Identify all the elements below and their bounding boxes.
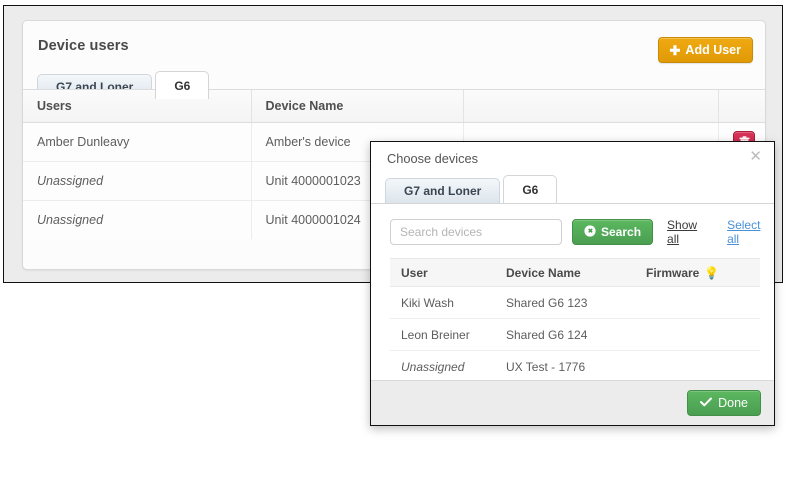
cell-device-name: UX Test - 1776 (495, 351, 635, 383)
cell-user: Unassigned (23, 161, 251, 200)
column-header-user: User (390, 259, 495, 287)
cell-firmware (635, 351, 760, 383)
tab-label: G6 (174, 79, 190, 93)
cell-firmware (635, 287, 760, 319)
show-all-link[interactable]: Show all (667, 218, 697, 246)
table-header-row: Users Device Name (23, 90, 765, 122)
column-header-spacer (463, 90, 718, 122)
modal-tabstrip: G7 and Loner G6 (385, 175, 557, 203)
modal-tab-g7-and-loner[interactable]: G7 and Loner (385, 178, 500, 203)
add-user-button-label: Add User (685, 43, 741, 57)
tab-g6[interactable]: G6 (155, 71, 209, 99)
tab-label: G7 and Loner (404, 184, 481, 198)
close-icon[interactable]: ✕ (749, 149, 762, 164)
add-user-button[interactable]: ✚ Add User (658, 37, 753, 63)
modal-body: Search Show all Select all User Device N… (371, 203, 774, 380)
list-item[interactable]: Leon Breiner Shared G6 124 (390, 319, 760, 351)
modal-footer: Done (371, 380, 774, 425)
check-icon (700, 396, 712, 410)
search-input[interactable] (390, 219, 562, 245)
cell-user: Unassigned (390, 351, 495, 383)
lightbulb-icon[interactable]: 💡 (704, 266, 719, 280)
done-button-label: Done (718, 396, 748, 410)
search-row: Search Show all Select all (390, 218, 760, 246)
cell-user: Leon Breiner (390, 319, 495, 351)
cell-user: Kiki Wash (390, 287, 495, 319)
search-button-label: Search (601, 225, 641, 239)
column-header-device-name: Device Name (495, 259, 635, 287)
screen: Device users ✚ Add User G7 and Loner G6 (0, 0, 798, 500)
table-header-row: User Device Name Firmware 💡 (390, 259, 760, 287)
modal-header: Choose devices ✕ (371, 142, 774, 175)
tab-label: G6 (522, 183, 538, 197)
column-header-firmware-label: Firmware (646, 266, 699, 280)
search-circle-icon (584, 225, 596, 240)
choose-devices-table: User Device Name Firmware 💡 Kiki Wash Sha… (390, 258, 760, 383)
cell-user: Amber Dunleavy (23, 122, 251, 161)
search-button[interactable]: Search (572, 219, 653, 245)
select-all-link[interactable]: Select all (727, 218, 760, 246)
choose-devices-modal: Choose devices ✕ G7 and Loner G6 (370, 141, 775, 426)
cell-device-name: Shared G6 123 (495, 287, 635, 319)
done-button[interactable]: Done (687, 390, 761, 416)
column-header-device-name: Device Name (251, 90, 463, 122)
column-header-users: Users (23, 90, 251, 122)
cell-firmware (635, 319, 760, 351)
cell-user: Unassigned (23, 200, 251, 239)
modal-title: Choose devices (387, 151, 478, 166)
cell-device-name: Shared G6 124 (495, 319, 635, 351)
page-title: Device users (38, 38, 129, 54)
column-header-actions (718, 90, 765, 122)
column-header-firmware: Firmware 💡 (635, 259, 760, 287)
plus-icon: ✚ (670, 44, 681, 57)
modal-tab-g6[interactable]: G6 (503, 175, 557, 203)
list-item[interactable]: Unassigned UX Test - 1776 (390, 351, 760, 383)
list-item[interactable]: Kiki Wash Shared G6 123 (390, 287, 760, 319)
